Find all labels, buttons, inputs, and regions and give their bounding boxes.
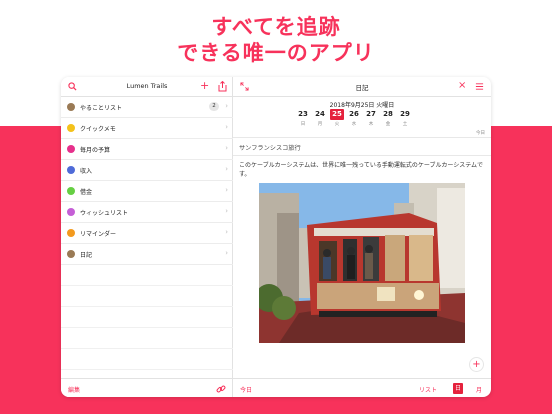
sidebar-item-budget[interactable]: 毎月の予算 ›: [61, 139, 233, 160]
diary-header: 日記 ×: [233, 77, 491, 97]
category-dot: [67, 103, 75, 111]
link-icon[interactable]: [216, 384, 226, 397]
menu-icon[interactable]: [475, 82, 484, 94]
search-icon[interactable]: [68, 82, 77, 94]
sidebar-item-wishlist[interactable]: ウィッシュリスト ›: [61, 202, 233, 223]
day-number: 29: [400, 110, 410, 118]
chevron-right-icon: ›: [225, 123, 228, 131]
empty-row: [61, 307, 233, 328]
headline-line1: すべてを追跡: [211, 15, 341, 39]
sidebar-item-reminder[interactable]: リマインダー ›: [61, 223, 233, 244]
empty-row: [61, 265, 233, 286]
sidebar-item-label: リマインダー: [80, 231, 117, 238]
date-label: 2018年9月25日 火曜日: [329, 102, 395, 109]
empty-row: [61, 349, 233, 370]
divider: [233, 155, 491, 156]
sidebar-footer: 編集: [61, 378, 233, 397]
cable-car-photo[interactable]: [259, 183, 465, 343]
entry-title[interactable]: サンフランシスコ旅行: [239, 143, 301, 152]
sidebar-item-label: ウィッシュリスト: [80, 210, 129, 217]
app-window: Lumen Trails + やることリスト 2 › クイックメモ › 毎月の予…: [61, 77, 491, 397]
category-dot: [67, 124, 75, 132]
category-dot: [67, 250, 75, 258]
plus-icon[interactable]: +: [200, 80, 209, 91]
headline: すべてを追跡 できる唯一のアプリ: [0, 14, 552, 66]
sidebar-item-label: 毎月の予算: [80, 147, 111, 154]
day-cell[interactable]: 29 土: [398, 109, 412, 127]
empty-row: [61, 286, 233, 307]
chevron-right-icon: ›: [225, 165, 228, 173]
entry-text[interactable]: このケーブルカーシステムは、世界に唯一残っている手動運転式のケーブルカーシステム…: [239, 161, 487, 179]
chevron-right-icon: ›: [225, 186, 228, 194]
sidebar-item-label: 収入: [80, 168, 93, 175]
category-dot: [67, 166, 75, 174]
sidebar-list: やることリスト 2 › クイックメモ › 毎月の予算 › 収入 › 借金 › ウ…: [61, 97, 233, 370]
month-view-button[interactable]: 月: [476, 385, 482, 394]
category-dot: [67, 187, 75, 195]
sidebar-item-todo[interactable]: やることリスト 2 ›: [61, 97, 233, 118]
sidebar-item-debt[interactable]: 借金 ›: [61, 181, 233, 202]
expand-icon[interactable]: [240, 82, 249, 94]
day-number: 28: [383, 110, 393, 118]
day-cell[interactable]: 27 木: [364, 109, 378, 127]
chevron-right-icon: ›: [225, 228, 228, 236]
today-mini-label[interactable]: 今日: [476, 130, 485, 136]
sidebar-item-diary[interactable]: 日記 ›: [61, 244, 233, 265]
sidebar-item-label: 借金: [80, 189, 93, 196]
day-number: 27: [366, 110, 376, 118]
chevron-right-icon: ›: [225, 144, 228, 152]
empty-row: [61, 328, 233, 349]
day-cell[interactable]: 28 金: [381, 109, 395, 127]
close-icon[interactable]: ×: [458, 81, 466, 91]
diary-title: 日記: [355, 84, 369, 92]
headline-line2: できる唯一のアプリ: [177, 41, 375, 65]
category-dot: [67, 229, 75, 237]
sidebar-item-income[interactable]: 収入 ›: [61, 160, 233, 181]
today-button[interactable]: 今日: [240, 385, 252, 394]
sidebar-title: Lumen Trails: [126, 82, 168, 90]
weekday-label: 火: [334, 122, 340, 127]
day-number: 24: [315, 110, 325, 118]
category-dot: [67, 145, 75, 153]
share-icon[interactable]: [218, 80, 227, 95]
day-cell[interactable]: 26 水: [347, 109, 361, 127]
day-view-button[interactable]: 日: [453, 383, 463, 394]
day-cell[interactable]: 23 日: [296, 109, 310, 127]
sidebar-item-label: クイックメモ: [80, 126, 116, 133]
chevron-right-icon: ›: [225, 249, 228, 257]
count-badge: 2: [209, 102, 219, 111]
category-dot: [67, 208, 75, 216]
sidebar-item-quick-memo[interactable]: クイックメモ ›: [61, 118, 233, 139]
diary-pane: 日記 × 2018年9月25日 火曜日 23 日 24 月 25 火 26 水: [233, 77, 491, 397]
day-number: 25: [330, 109, 344, 120]
diary-footer: 今日 リスト 日 月: [233, 378, 491, 397]
sidebar-item-label: 日記: [80, 252, 93, 259]
weekday-label: 水: [351, 122, 357, 127]
weekday-label: 土: [402, 122, 408, 127]
sidebar-item-label: やることリスト: [80, 105, 123, 112]
weekday-label: 日: [300, 122, 306, 127]
sidebar: Lumen Trails + やることリスト 2 › クイックメモ › 毎月の予…: [61, 77, 233, 397]
chevron-right-icon: ›: [225, 102, 228, 110]
list-view-button[interactable]: リスト: [419, 385, 437, 394]
day-cell[interactable]: 24 月: [313, 109, 327, 127]
day-cell-selected[interactable]: 25 火: [330, 109, 344, 127]
divider: [233, 137, 491, 138]
weekday-label: 月: [317, 122, 323, 127]
weekday-label: 木: [368, 122, 374, 127]
day-number: 26: [349, 110, 359, 118]
sidebar-header: Lumen Trails +: [61, 77, 233, 97]
add-entry-button[interactable]: +: [469, 357, 484, 372]
day-number: 23: [298, 110, 308, 118]
edit-button[interactable]: 編集: [68, 385, 80, 394]
chevron-right-icon: ›: [225, 207, 228, 215]
weekday-label: 金: [385, 122, 391, 127]
